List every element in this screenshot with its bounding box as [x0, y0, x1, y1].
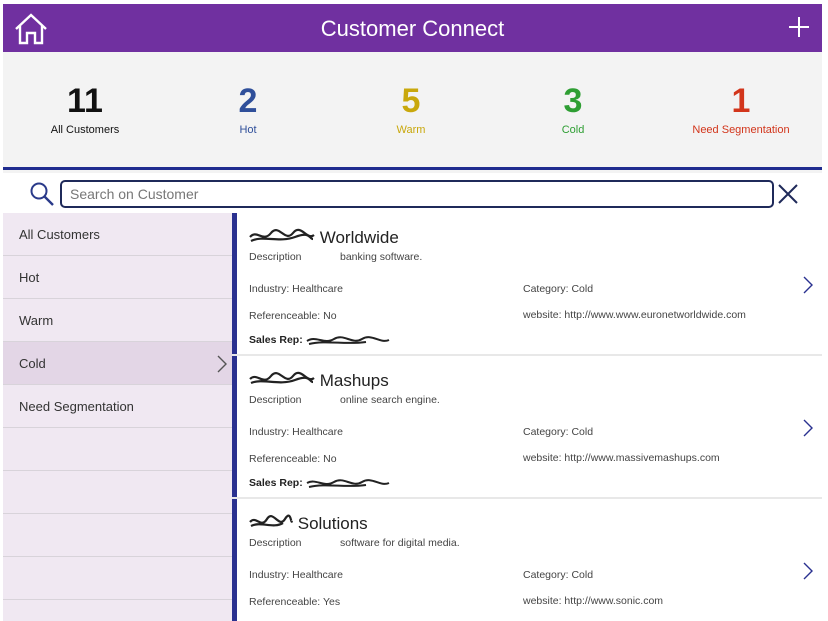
customer-card[interactable]: Solutions Description software for digit…	[232, 499, 822, 621]
category-text: Category: Cold	[523, 426, 594, 438]
chevron-right-icon	[217, 355, 227, 373]
chevron-right-icon[interactable]	[802, 275, 814, 295]
chevron-right-icon[interactable]	[802, 561, 814, 581]
category-text: Category: Cold	[523, 283, 594, 295]
description-text: software for digital media.	[340, 537, 460, 549]
industry-text: Industry: Healthcare	[249, 426, 343, 438]
nav-item-need-segmentation[interactable]: Need Segmentation	[3, 385, 232, 428]
sales-rep: Sales Rep:	[249, 477, 390, 489]
sales-rep: Sales Rep:	[249, 334, 390, 346]
stat-label: Warm	[396, 124, 426, 136]
nav-item-label: Cold	[19, 356, 46, 371]
referenceable-text: Referenceable: No	[249, 453, 337, 465]
stat-label: Hot	[239, 124, 257, 136]
close-icon	[778, 184, 798, 204]
nav-item-label: Need Segmentation	[19, 399, 134, 414]
website-text: website: http://www.www.euronetworldwide…	[523, 309, 746, 321]
customer-name: Solutions	[249, 511, 368, 534]
nav-item-warm[interactable]: Warm	[3, 299, 232, 342]
customer-name-text: Worldwide	[319, 228, 399, 247]
industry-text: Industry: Healthcare	[249, 569, 343, 581]
stat-cold[interactable]: 3 Cold	[493, 82, 653, 136]
nav-item-empty	[3, 514, 232, 557]
description-text: banking software.	[340, 251, 423, 263]
nav-item-empty	[3, 471, 232, 514]
stat-hot[interactable]: 2 Hot	[168, 82, 328, 136]
stat-warm[interactable]: 5 Warm	[331, 82, 491, 136]
description-label: Description	[249, 537, 302, 549]
customer-card[interactable]: Mashups Description online search engine…	[232, 356, 822, 497]
nav-item-empty	[3, 557, 232, 600]
website-text: website: http://www.massivemashups.com	[523, 452, 720, 464]
customer-list: Worldwide Description banking software. …	[232, 213, 822, 621]
stat-count: 3	[563, 82, 583, 120]
sales-rep-label: Sales Rep:	[249, 477, 303, 489]
search-icon[interactable]	[29, 181, 55, 207]
description-label: Description	[249, 394, 302, 406]
nav-item-hot[interactable]: Hot	[3, 256, 232, 299]
customer-card[interactable]: Worldwide Description banking software. …	[232, 213, 822, 354]
nav-item-empty	[3, 428, 232, 471]
clear-search-button[interactable]	[775, 181, 801, 207]
customer-name-text: Mashups	[319, 371, 389, 390]
chevron-right-icon[interactable]	[802, 418, 814, 438]
description-text: online search engine.	[340, 394, 440, 406]
stat-all-customers[interactable]: 11 All Customers	[5, 82, 165, 136]
segment-nav: All Customers Hot Warm Cold Need Segment…	[3, 213, 232, 621]
redacted-sales-rep-scribble	[306, 336, 390, 346]
sales-rep-label: Sales Rep:	[249, 334, 303, 346]
search-input[interactable]	[60, 180, 774, 208]
customer-name: Mashups	[249, 368, 389, 391]
customer-name-text: Solutions	[297, 514, 368, 533]
nav-item-label: Warm	[19, 313, 54, 328]
nav-item-cold[interactable]: Cold	[3, 342, 232, 385]
app-window: Customer Connect 11 All Customers 2 Hot …	[3, 4, 822, 621]
stat-count: 5	[401, 82, 421, 120]
category-text: Category: Cold	[523, 569, 594, 581]
stat-count: 1	[731, 82, 751, 120]
industry-text: Industry: Healthcare	[249, 283, 343, 295]
customer-stats: 11 All Customers 2 Hot 5 Warm 3 Cold 1 N…	[3, 52, 822, 170]
redacted-name-scribble	[249, 511, 293, 529]
app-header: Customer Connect	[3, 4, 822, 52]
stat-need-segmentation[interactable]: 1 Need Segmentation	[661, 82, 821, 136]
nav-item-label: Hot	[19, 270, 40, 285]
redacted-name-scribble	[249, 225, 315, 243]
referenceable-text: Referenceable: Yes	[249, 596, 341, 608]
plus-icon	[789, 17, 809, 37]
stat-label: Cold	[561, 124, 585, 136]
nav-item-all-customers[interactable]: All Customers	[3, 213, 232, 256]
customer-name: Worldwide	[249, 225, 399, 248]
add-customer-button[interactable]	[786, 14, 812, 40]
app-title: Customer Connect	[320, 16, 505, 41]
description-label: Description	[249, 251, 302, 263]
stat-count: 11	[67, 82, 103, 120]
referenceable-text: Referenceable: No	[249, 310, 337, 322]
search-bar	[3, 173, 822, 213]
stat-label: All Customers	[50, 124, 120, 136]
stat-count: 2	[238, 82, 258, 120]
redacted-sales-rep-scribble	[306, 479, 390, 489]
nav-item-label: All Customers	[19, 227, 100, 242]
website-text: website: http://www.sonic.com	[523, 595, 664, 607]
stat-label: Need Segmentation	[692, 124, 790, 136]
redacted-name-scribble	[249, 368, 315, 386]
